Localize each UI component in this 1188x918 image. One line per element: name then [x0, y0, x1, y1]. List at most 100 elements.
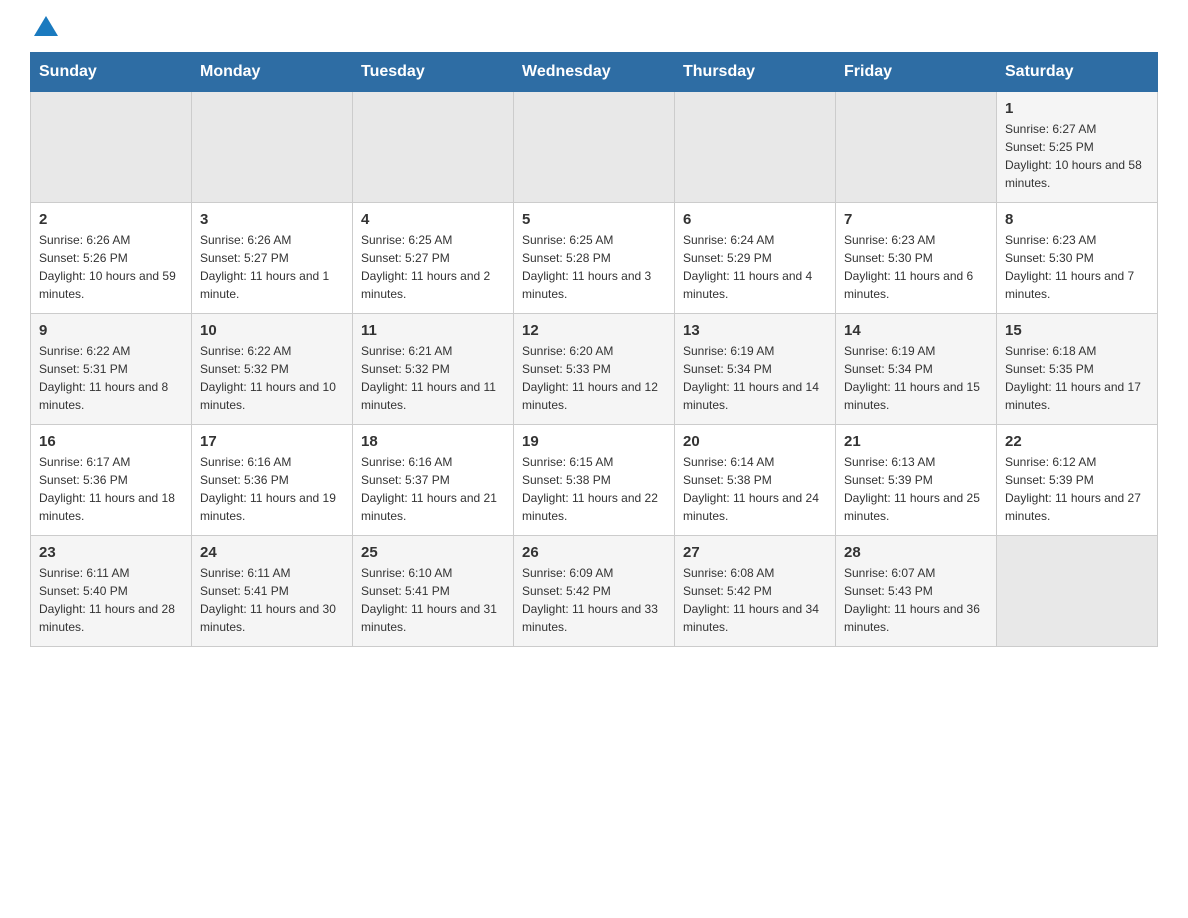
- calendar-day-cell: 1 Sunrise: 6:27 AM Sunset: 5:25 PM Daylig…: [997, 92, 1158, 203]
- calendar-day-cell: [836, 92, 997, 203]
- day-info: Sunrise: 6:09 AM Sunset: 5:42 PM Dayligh…: [522, 564, 666, 636]
- day-info: Sunrise: 6:25 AM Sunset: 5:27 PM Dayligh…: [361, 231, 505, 303]
- calendar-day-cell: 19 Sunrise: 6:15 AM Sunset: 5:38 PM Dayli…: [514, 425, 675, 536]
- day-info: Sunrise: 6:23 AM Sunset: 5:30 PM Dayligh…: [1005, 231, 1149, 303]
- calendar-day-cell: 3Sunrise: 6:26 AM Sunset: 5:27 PM Daylig…: [192, 203, 353, 314]
- day-number: 24: [200, 544, 344, 561]
- calendar-day-cell: [192, 92, 353, 203]
- day-info: Sunrise: 6:17 AM Sunset: 5:36 PM Dayligh…: [39, 453, 183, 525]
- day-number: 6: [683, 211, 827, 228]
- calendar-day-cell: 17 Sunrise: 6:16 AM Sunset: 5:36 PM Dayli…: [192, 425, 353, 536]
- calendar-day-cell: [675, 92, 836, 203]
- day-info: Sunrise: 6:15 AM Sunset: 5:38 PM Dayligh…: [522, 453, 666, 525]
- day-number: 14: [844, 322, 988, 339]
- calendar-day-cell: 21 Sunrise: 6:13 AM Sunset: 5:39 PM Dayli…: [836, 425, 997, 536]
- calendar-day-cell: 27 Sunrise: 6:08 AM Sunset: 5:42 PM Dayli…: [675, 536, 836, 647]
- day-info: Sunrise: 6:16 AM Sunset: 5:37 PM Dayligh…: [361, 453, 505, 525]
- day-info: Sunrise: 6:22 AM Sunset: 5:31 PM Dayligh…: [39, 342, 183, 414]
- calendar-day-cell: 5 Sunrise: 6:25 AM Sunset: 5:28 PM Daylig…: [514, 203, 675, 314]
- day-info: Sunrise: 6:10 AM Sunset: 5:41 PM Dayligh…: [361, 564, 505, 636]
- calendar-day-cell: 2 Sunrise: 6:26 AM Sunset: 5:26 PM Daylig…: [31, 203, 192, 314]
- logo-triangle-icon: [34, 16, 58, 36]
- day-header-wednesday: Wednesday: [514, 53, 675, 92]
- calendar-week-row: 1 Sunrise: 6:27 AM Sunset: 5:25 PM Daylig…: [31, 92, 1158, 203]
- day-header-sunday: Sunday: [31, 53, 192, 92]
- day-number: 26: [522, 544, 666, 561]
- day-header-tuesday: Tuesday: [353, 53, 514, 92]
- calendar-day-cell: 26 Sunrise: 6:09 AM Sunset: 5:42 PM Dayli…: [514, 536, 675, 647]
- day-number: 13: [683, 322, 827, 339]
- day-number: 5: [522, 211, 666, 228]
- day-info: Sunrise: 6:18 AM Sunset: 5:35 PM Dayligh…: [1005, 342, 1149, 414]
- day-number: 19: [522, 433, 666, 450]
- day-info: Sunrise: 6:19 AM Sunset: 5:34 PM Dayligh…: [683, 342, 827, 414]
- calendar-day-cell: 4Sunrise: 6:25 AM Sunset: 5:27 PM Daylig…: [353, 203, 514, 314]
- day-number: 22: [1005, 433, 1149, 450]
- day-number: 9: [39, 322, 183, 339]
- day-info: Sunrise: 6:08 AM Sunset: 5:42 PM Dayligh…: [683, 564, 827, 636]
- calendar-day-cell: 23 Sunrise: 6:11 AM Sunset: 5:40 PM Dayli…: [31, 536, 192, 647]
- day-info: Sunrise: 6:25 AM Sunset: 5:28 PM Dayligh…: [522, 231, 666, 303]
- day-info: Sunrise: 6:12 AM Sunset: 5:39 PM Dayligh…: [1005, 453, 1149, 525]
- calendar-day-cell: 15Sunrise: 6:18 AM Sunset: 5:35 PM Dayli…: [997, 314, 1158, 425]
- day-info: Sunrise: 6:13 AM Sunset: 5:39 PM Dayligh…: [844, 453, 988, 525]
- day-header-saturday: Saturday: [997, 53, 1158, 92]
- day-number: 2: [39, 211, 183, 228]
- calendar-day-cell: 11 Sunrise: 6:21 AM Sunset: 5:32 PM Dayli…: [353, 314, 514, 425]
- calendar-day-cell: [31, 92, 192, 203]
- day-number: 10: [200, 322, 344, 339]
- day-number: 8: [1005, 211, 1149, 228]
- day-number: 7: [844, 211, 988, 228]
- calendar-day-cell: 20 Sunrise: 6:14 AM Sunset: 5:38 PM Dayli…: [675, 425, 836, 536]
- day-info: Sunrise: 6:07 AM Sunset: 5:43 PM Dayligh…: [844, 564, 988, 636]
- day-info: Sunrise: 6:19 AM Sunset: 5:34 PM Dayligh…: [844, 342, 988, 414]
- day-number: 17: [200, 433, 344, 450]
- day-number: 27: [683, 544, 827, 561]
- day-header-thursday: Thursday: [675, 53, 836, 92]
- day-info: Sunrise: 6:14 AM Sunset: 5:38 PM Dayligh…: [683, 453, 827, 525]
- day-info: Sunrise: 6:22 AM Sunset: 5:32 PM Dayligh…: [200, 342, 344, 414]
- calendar-day-cell: 9 Sunrise: 6:22 AM Sunset: 5:31 PM Daylig…: [31, 314, 192, 425]
- calendar-day-cell: 18 Sunrise: 6:16 AM Sunset: 5:37 PM Dayli…: [353, 425, 514, 536]
- day-info: Sunrise: 6:21 AM Sunset: 5:32 PM Dayligh…: [361, 342, 505, 414]
- day-info: Sunrise: 6:11 AM Sunset: 5:40 PM Dayligh…: [39, 564, 183, 636]
- day-info: Sunrise: 6:26 AM Sunset: 5:26 PM Dayligh…: [39, 231, 183, 303]
- calendar-day-cell: [514, 92, 675, 203]
- calendar-day-cell: 13 Sunrise: 6:19 AM Sunset: 5:34 PM Dayli…: [675, 314, 836, 425]
- calendar-week-row: 2 Sunrise: 6:26 AM Sunset: 5:26 PM Daylig…: [31, 203, 1158, 314]
- logo-general: [30, 20, 58, 36]
- page-header: [30, 20, 1158, 32]
- day-number: 18: [361, 433, 505, 450]
- calendar-table: SundayMondayTuesdayWednesdayThursdayFrid…: [30, 52, 1158, 647]
- day-number: 23: [39, 544, 183, 561]
- day-info: Sunrise: 6:20 AM Sunset: 5:33 PM Dayligh…: [522, 342, 666, 414]
- calendar-day-cell: 12 Sunrise: 6:20 AM Sunset: 5:33 PM Dayli…: [514, 314, 675, 425]
- day-info: Sunrise: 6:26 AM Sunset: 5:27 PM Dayligh…: [200, 231, 344, 303]
- day-number: 1: [1005, 100, 1149, 117]
- day-number: 28: [844, 544, 988, 561]
- day-info: Sunrise: 6:11 AM Sunset: 5:41 PM Dayligh…: [200, 564, 344, 636]
- logo: [30, 20, 58, 32]
- day-header-friday: Friday: [836, 53, 997, 92]
- day-number: 20: [683, 433, 827, 450]
- day-number: 21: [844, 433, 988, 450]
- calendar-week-row: 16 Sunrise: 6:17 AM Sunset: 5:36 PM Dayli…: [31, 425, 1158, 536]
- day-number: 11: [361, 322, 505, 339]
- calendar-day-cell: 16 Sunrise: 6:17 AM Sunset: 5:36 PM Dayli…: [31, 425, 192, 536]
- calendar-day-cell: 14 Sunrise: 6:19 AM Sunset: 5:34 PM Dayli…: [836, 314, 997, 425]
- day-info: Sunrise: 6:16 AM Sunset: 5:36 PM Dayligh…: [200, 453, 344, 525]
- calendar-day-cell: [997, 536, 1158, 647]
- day-number: 25: [361, 544, 505, 561]
- calendar-day-cell: 10 Sunrise: 6:22 AM Sunset: 5:32 PM Dayli…: [192, 314, 353, 425]
- day-info: Sunrise: 6:24 AM Sunset: 5:29 PM Dayligh…: [683, 231, 827, 303]
- day-number: 12: [522, 322, 666, 339]
- calendar-day-cell: 7Sunrise: 6:23 AM Sunset: 5:30 PM Daylig…: [836, 203, 997, 314]
- calendar-day-cell: 24 Sunrise: 6:11 AM Sunset: 5:41 PM Dayli…: [192, 536, 353, 647]
- calendar-day-cell: [353, 92, 514, 203]
- day-number: 16: [39, 433, 183, 450]
- calendar-day-cell: 25 Sunrise: 6:10 AM Sunset: 5:41 PM Dayli…: [353, 536, 514, 647]
- day-info: Sunrise: 6:27 AM Sunset: 5:25 PM Dayligh…: [1005, 120, 1149, 192]
- calendar-day-cell: 6 Sunrise: 6:24 AM Sunset: 5:29 PM Daylig…: [675, 203, 836, 314]
- calendar-header-row: SundayMondayTuesdayWednesdayThursdayFrid…: [31, 53, 1158, 92]
- day-header-monday: Monday: [192, 53, 353, 92]
